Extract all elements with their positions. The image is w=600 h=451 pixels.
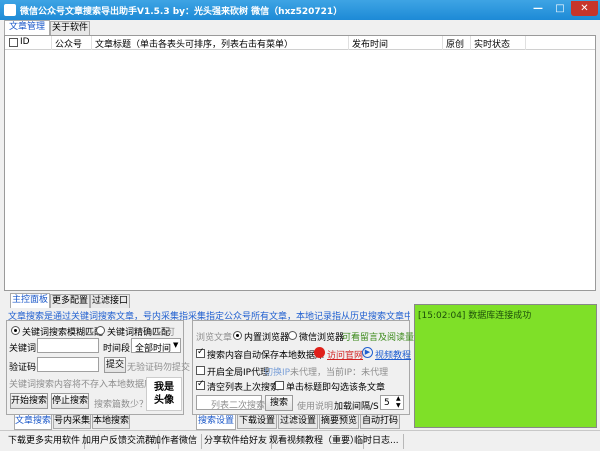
log-line: [15:02:04] 数据库连接成功	[418, 311, 532, 321]
select-all-checkbox[interactable]	[9, 38, 18, 47]
list-search-button[interactable]: 搜索	[265, 395, 293, 411]
browse-label: 浏览文章	[196, 333, 233, 343]
proxy-checkbox[interactable]	[196, 366, 205, 375]
keyword-input[interactable]	[37, 338, 99, 353]
tab-filter-settings[interactable]: 过滤设置	[278, 415, 318, 429]
share-link[interactable]: 分享软件给好友	[200, 434, 273, 449]
close-button[interactable]: ✕	[571, 1, 598, 16]
tab-about[interactable]: 关于软件	[50, 21, 90, 35]
keyword-label: 关键词	[9, 344, 37, 354]
clear-list-checkbox[interactable]	[196, 379, 205, 390]
proxy-label: 开启全局IP代理	[207, 368, 270, 378]
col-title[interactable]: 文章标题（单击各表头可排序，列表右击有菜单）	[95, 37, 293, 50]
list-search-placeholder: 列表二次搜索	[211, 401, 266, 411]
interval-value: 5	[384, 398, 390, 408]
video-tutorial-link[interactable]: 视频教程	[375, 348, 411, 361]
temp-log-link[interactable]: 临时日志...	[350, 434, 404, 449]
avatar-line1: 我是	[154, 382, 174, 393]
start-search-button[interactable]: 开始搜索	[10, 393, 48, 409]
interval-stepper[interactable]: 5 ▲ ▼	[380, 395, 404, 410]
avatar-line2: 头像	[154, 395, 174, 406]
captcha-label: 验证码	[9, 363, 37, 373]
switch-ip-link[interactable]: 切换IP	[264, 365, 290, 378]
join-group-link[interactable]: 加用户反馈交流群	[78, 434, 160, 449]
minimize-button[interactable]: —	[527, 1, 549, 16]
tab-summary-preview[interactable]: 摘要预览	[319, 415, 359, 429]
add-author-link[interactable]: 加作者微信	[148, 434, 203, 449]
submit-captcha-button[interactable]: 提交	[104, 357, 126, 373]
radio-exact-label: 关键词精确匹配	[107, 328, 171, 338]
status-bar: 下载更多实用软件 加用户反馈交流群 加作者微信 分享软件给好友 观看视频教程（重…	[0, 430, 600, 451]
stepper-up-icon[interactable]: ▲	[396, 395, 401, 402]
radio-builtin-label: 内置浏览器	[244, 333, 290, 343]
maximize-button[interactable]: □	[549, 1, 571, 16]
col-publish-time[interactable]: 发布时间	[352, 37, 388, 50]
col-id[interactable]: ID	[20, 37, 30, 47]
tab-download-settings[interactable]: 下载设置	[237, 415, 277, 429]
col-divider	[51, 36, 52, 50]
visit-site-link[interactable]: 访问官网	[327, 348, 363, 361]
timerange-select[interactable]: 全部时间 ▼	[131, 338, 181, 354]
tab-account-collect[interactable]: 号内采集	[53, 415, 91, 429]
article-table[interactable]: ID 公众号 文章标题（单击各表头可排序，列表右击有菜单） 发布时间 原创 实时…	[4, 35, 596, 291]
click-title-label: 单击标题即勾选该条文章	[286, 383, 386, 393]
stop-search-button[interactable]: 停止搜索	[51, 393, 89, 409]
table-header: ID 公众号 文章标题（单击各表头可排序，列表右击有菜单） 发布时间 原创 实时…	[5, 36, 595, 50]
col-account[interactable]: 公众号	[55, 37, 82, 50]
tab-local-search[interactable]: 本地搜索	[92, 415, 130, 429]
view-comments-link[interactable]: 可看留言及阅读量	[342, 330, 414, 343]
radio-fuzzy-match[interactable]	[11, 326, 20, 335]
home-icon	[314, 347, 325, 358]
tab-filter-api[interactable]: 过滤接口	[90, 294, 130, 308]
col-divider	[91, 36, 92, 50]
radio-builtin-browser[interactable]	[233, 331, 242, 340]
radio-extra-label: 可	[166, 328, 176, 338]
log-panel[interactable]: [15:02:04] 数据库连接成功	[414, 304, 597, 428]
captcha-hint: 无验证码勿提交	[127, 363, 191, 373]
clear-list-label: 清空列表上次搜索	[207, 383, 280, 393]
app-icon	[4, 4, 16, 16]
captcha-input[interactable]	[37, 357, 99, 372]
timerange-value: 全部时间	[135, 344, 172, 354]
window-title: 微信公众号文章搜索导出助手V1.5.3 by：光头强来砍树 微信（hxz5207…	[20, 7, 343, 17]
col-divider	[348, 36, 349, 50]
proxy-status: 未代理，当前IP：未代理	[290, 368, 389, 378]
col-status[interactable]: 实时状态	[474, 37, 510, 50]
col-divider	[470, 36, 471, 50]
tab-search-settings[interactable]: 搜索设置	[196, 415, 236, 430]
tab-article-search[interactable]: 文章搜索	[14, 415, 52, 430]
chevron-down-icon: ▼	[173, 341, 179, 349]
play-icon: ▶	[362, 347, 373, 358]
list-search-input[interactable]: 列表二次搜索	[196, 395, 266, 411]
tab-article-manage[interactable]: 文章管理	[4, 20, 50, 35]
help-link[interactable]: 使用说明	[297, 399, 333, 412]
auto-save-label: 搜索内容自动保存本地数据库	[207, 351, 325, 361]
col-original[interactable]: 原创	[446, 37, 464, 50]
interval-label: 加载间隔/S	[334, 402, 379, 412]
radio-wechat-label: 微信浏览器	[299, 333, 345, 343]
no-save-notice: 关键词搜索内容将不存入本地数据库	[9, 380, 154, 390]
tab-auto-captcha[interactable]: 自动打码	[360, 415, 400, 429]
radio-fuzzy-label: 关键词搜索模糊匹配	[22, 328, 104, 338]
tab-more-config[interactable]: 更多配置	[50, 294, 90, 308]
auto-save-checkbox[interactable]	[196, 347, 205, 358]
timerange-label: 时间段	[103, 344, 131, 354]
tab-main-panel[interactable]: 主控面板	[10, 293, 50, 308]
avatar: 我是 头像	[146, 377, 182, 411]
download-more-link[interactable]: 下载更多实用软件	[4, 434, 86, 449]
col-divider	[442, 36, 443, 50]
click-title-checkbox[interactable]	[275, 381, 284, 390]
radio-wechat-browser[interactable]	[288, 331, 297, 340]
col-divider	[525, 36, 526, 50]
title-bar: 微信公众号文章搜索导出助手V1.5.3 by：光头强来砍树 微信（hxz5207…	[0, 0, 600, 20]
radio-exact-match[interactable]	[96, 326, 105, 335]
search-count-hint[interactable]: 搜索篇数少？	[94, 397, 148, 410]
stepper-down-icon[interactable]: ▼	[396, 402, 401, 409]
